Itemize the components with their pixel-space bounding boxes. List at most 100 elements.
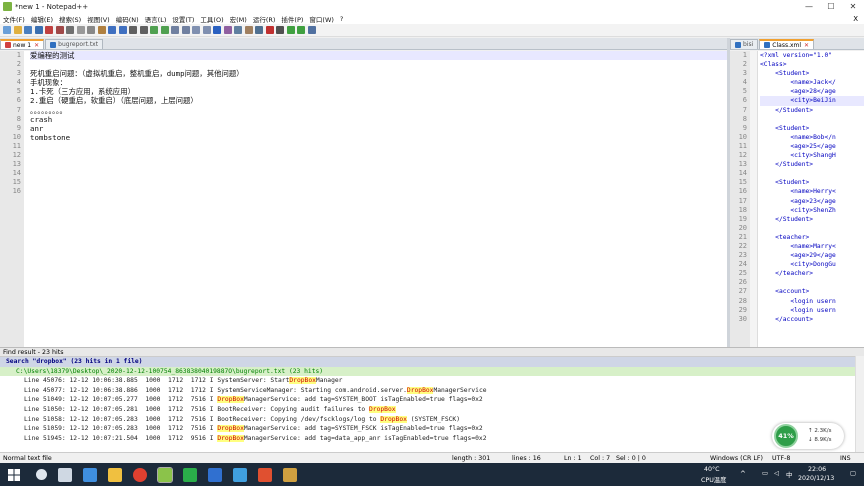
menu-run[interactable]: 运行(R)	[253, 14, 276, 24]
xml-line[interactable]: <Class>	[760, 60, 864, 69]
save-macro-icon[interactable]	[307, 26, 316, 34]
doc-map-icon[interactable]	[234, 26, 242, 34]
file-explorer-icon[interactable]	[108, 467, 122, 482]
xml-line[interactable]: </account>	[760, 315, 864, 324]
xml-line[interactable]: <age>23</age	[760, 197, 864, 206]
indent-guide-icon[interactable]	[213, 26, 221, 34]
function-list-icon[interactable]	[244, 26, 253, 34]
notepad-plus-plus-taskbar-icon[interactable]	[157, 466, 173, 483]
menu-window[interactable]: 窗口(W)	[309, 14, 334, 24]
record-macro-icon[interactable]	[265, 26, 274, 34]
show-all-chars-icon[interactable]	[202, 26, 211, 34]
language-icon[interactable]	[223, 26, 232, 34]
xml-line[interactable]: <teacher>	[760, 233, 864, 242]
menu-help[interactable]: ?	[340, 15, 343, 23]
find-icon[interactable]	[129, 26, 137, 34]
xml-line[interactable]: <city>BeiJin	[760, 96, 864, 106]
network-speed-widget[interactable]: 41% ↑ 2.3K/s ↓ 8.9K/s	[772, 423, 844, 449]
maximize-button[interactable]: ☐	[820, 2, 842, 11]
editor-line[interactable]	[30, 160, 727, 169]
xml-line[interactable]: <Student>	[760, 69, 864, 78]
notification-icon[interactable]: ▢	[850, 470, 856, 477]
search-hit-line[interactable]: Line 51945: 12-12 10:07:21.504 1000 1712…	[0, 434, 855, 444]
search-hit-line[interactable]: Line 51058: 12-12 10:07:05.283 1000 1712…	[0, 415, 855, 425]
editor-line[interactable]: 手机现象：	[30, 78, 727, 87]
print-icon[interactable]	[66, 26, 74, 34]
editor-line[interactable]	[30, 151, 727, 160]
close-all-icon[interactable]	[55, 26, 64, 34]
xml-line[interactable]: <Student>	[760, 124, 864, 133]
clock-time[interactable]: 22:06	[808, 466, 826, 473]
task-view-icon[interactable]	[58, 467, 72, 482]
undo-icon[interactable]	[108, 26, 116, 34]
editor-line[interactable]: 2.重启（硬重启，软重启）（底层问题，上层问题）	[30, 96, 727, 105]
xml-line[interactable]: <account>	[760, 287, 864, 296]
folder-workspace-icon[interactable]	[255, 26, 263, 34]
volume-icon[interactable]: ◁	[774, 470, 779, 477]
xml-line[interactable]: <Student>	[760, 178, 864, 187]
menu-plugins[interactable]: 插件(P)	[281, 14, 303, 24]
find-result-scrollbar[interactable]	[855, 356, 864, 452]
xml-line[interactable]: <city>ShangH	[760, 151, 864, 160]
minimize-button[interactable]: —	[798, 2, 820, 11]
input-method[interactable]: 中	[786, 470, 792, 479]
editor-line[interactable]: 1.卡死（三方应用，系统应用）	[30, 87, 727, 96]
menu-view[interactable]: 视图(V)	[87, 14, 110, 24]
xml-line[interactable]: <age>28</age	[760, 87, 864, 96]
xml-line[interactable]: </teacher>	[760, 269, 864, 278]
zoom-out-icon[interactable]	[160, 26, 169, 34]
find-result-panel[interactable]: Search "dropbox" (23 hits in 1 file) C:\…	[0, 356, 855, 452]
xml-line[interactable]: <name>Marry<	[760, 242, 864, 251]
xml-line[interactable]: <login usern	[760, 306, 864, 315]
editor-line[interactable]: 。。。。。。。。。	[30, 106, 727, 115]
windows-start-icon[interactable]	[8, 468, 20, 481]
editor-text[interactable]: 爱编程的测试 死机重启问题：（虚拟机重启，整机重启，dump问题，其他问题） 手机现…	[30, 51, 727, 347]
xml-line[interactable]	[760, 169, 864, 178]
tab-class-xml[interactable]: Class.xml ✕	[759, 39, 815, 49]
run-macro-multiple-icon[interactable]	[297, 26, 305, 34]
tab-new-1[interactable]: new 1 ✕	[0, 39, 45, 49]
chrome-icon[interactable]	[133, 467, 147, 482]
editor-line[interactable]: tombstone	[30, 133, 727, 142]
xml-line[interactable]: <age>29</age	[760, 251, 864, 260]
xml-line[interactable]	[760, 278, 864, 287]
redo-icon[interactable]	[118, 26, 127, 34]
editor-line[interactable]	[30, 142, 727, 151]
search-hit-line[interactable]: Line 51050: 12-12 10:07:05.281 1000 1712…	[0, 405, 855, 415]
editor-line[interactable]: 死机重启问题：（虚拟机重启，整机重启，dump问题，其他问题）	[30, 69, 727, 78]
search-hit-line[interactable]: Line 45077: 12-12 10:06:38.886 1000 1712…	[0, 386, 855, 396]
menu-encoding[interactable]: 编码(N)	[116, 14, 139, 24]
paste-icon[interactable]	[97, 26, 106, 34]
cut-icon[interactable]	[76, 26, 85, 34]
xml-line[interactable]: <login usern	[760, 297, 864, 306]
menu-search[interactable]: 搜索(S)	[59, 14, 81, 24]
search-hit-line[interactable]: Line 51049: 12-12 10:07:05.277 1000 1712…	[0, 395, 855, 405]
xml-line[interactable]: </Student>	[760, 106, 864, 115]
zoom-in-icon[interactable]	[150, 26, 158, 34]
xml-line[interactable]: <?xml version="1.0"	[760, 51, 864, 60]
xml-line[interactable]: </Student>	[760, 215, 864, 224]
xml-line[interactable]: <name>Bob</n	[760, 133, 864, 142]
search-file-line[interactable]: C:\Users\18379\Desktop\_2020-12-12-10075…	[0, 366, 855, 377]
open-file-icon[interactable]	[13, 26, 22, 34]
menu-edit[interactable]: 编辑(E)	[31, 14, 53, 24]
search-hit-line[interactable]: Line 45076: 12-12 10:06:38.885 1000 1712…	[0, 376, 855, 386]
tab-bisi[interactable]: bisi	[730, 39, 759, 49]
editor-line[interactable]	[30, 169, 727, 178]
search-summary-line[interactable]: Search "dropbox" (23 hits in 1 file)	[0, 357, 855, 367]
editor-line[interactable]	[30, 60, 727, 69]
save-icon[interactable]	[24, 26, 32, 34]
xml-line[interactable]	[760, 115, 864, 124]
save-all-icon[interactable]	[34, 26, 43, 34]
search-hit-line[interactable]: Line 51059: 12-12 10:07:05.283 1000 1712…	[0, 424, 855, 434]
app-icon-blue[interactable]	[208, 467, 222, 482]
app-icon-light-blue[interactable]	[233, 467, 247, 482]
edge-browser-icon[interactable]	[83, 467, 97, 482]
eol-format[interactable]: Windows (CR LF)	[710, 455, 763, 462]
sync-vertical-icon[interactable]	[171, 26, 179, 34]
wechat-icon[interactable]	[183, 467, 197, 482]
editor-line[interactable]	[30, 187, 727, 196]
menu-macro[interactable]: 宏(M)	[230, 14, 247, 24]
editor-line[interactable]: 爱编程的测试	[30, 51, 727, 61]
xml-line[interactable]: <age>25</age	[760, 142, 864, 151]
